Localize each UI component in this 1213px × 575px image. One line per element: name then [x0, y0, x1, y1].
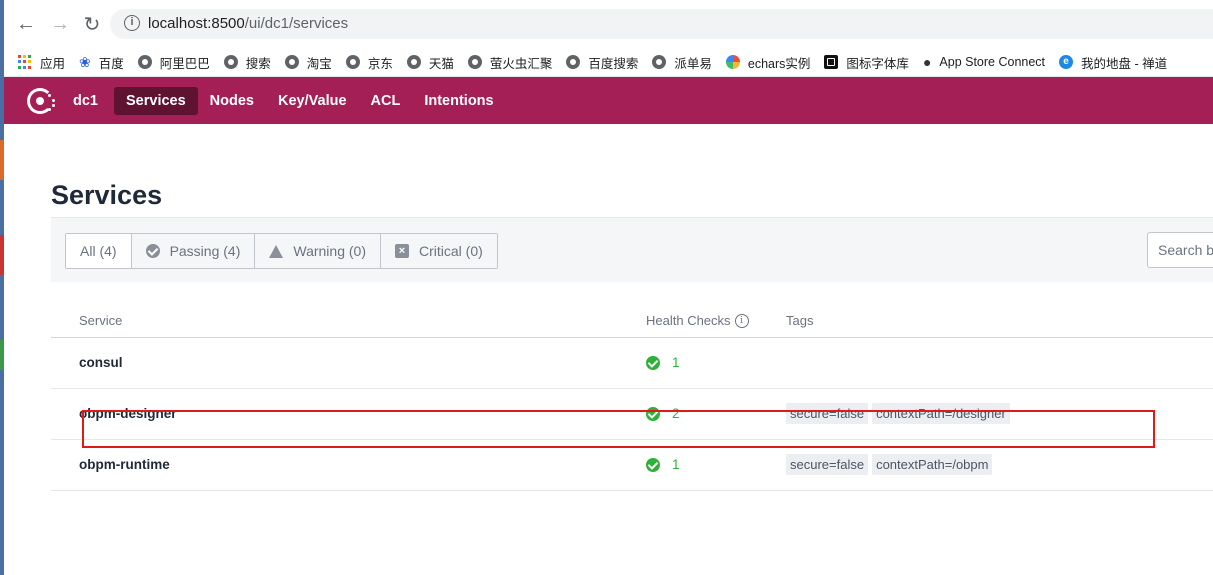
datacenter-selector[interactable]: dc1: [73, 87, 110, 115]
filter-label: Warning (0): [293, 243, 366, 259]
back-arrow-icon[interactable]: ←: [12, 10, 40, 38]
column-header-health: Health Checks i: [646, 313, 749, 328]
info-icon[interactable]: i: [734, 313, 749, 328]
bookmark-label: 阿里巴巴: [159, 56, 210, 71]
site-info-icon[interactable]: i: [124, 15, 140, 31]
check-count: 1: [672, 355, 680, 370]
nav-nodes[interactable]: Nodes: [198, 87, 266, 115]
bookmark-baidu-search[interactable]: 百度搜索: [566, 53, 638, 72]
bookmark-search[interactable]: 搜索: [223, 53, 271, 72]
bookmark-jd[interactable]: 京东: [345, 53, 393, 72]
browser-toolbar: ← → ↻ i localhost:8500/ui/dc1/services: [4, 0, 1213, 48]
bookmark-apps[interactable]: 应用: [4, 53, 65, 72]
nav-services[interactable]: Services: [114, 86, 198, 115]
filter-bar: All (4) Passing (4) Warning (0) × Critic…: [51, 217, 1213, 282]
critical-x-icon: ×: [395, 244, 409, 258]
nav-intentions[interactable]: Intentions: [412, 87, 505, 115]
consul-logo-icon[interactable]: [25, 86, 55, 116]
url-text[interactable]: localhost:8500/ui/dc1/services: [148, 15, 348, 32]
globe-icon: [652, 55, 667, 69]
globe-icon: [284, 55, 299, 69]
filter-label: All (4): [80, 243, 117, 259]
search-input[interactable]: Search by name: [1147, 232, 1213, 268]
filter-critical[interactable]: × Critical (0): [381, 234, 497, 268]
filter-label: Passing (4): [169, 243, 241, 259]
tag: secure=false: [786, 454, 869, 475]
bookmarks-bar: 应用 ❀ 百度 阿里巴巴 搜索 淘宝 京东 天猫 萤火虫汇聚 百度搜索 派单易 …: [4, 48, 1213, 77]
apps-grid-icon: [18, 55, 32, 69]
check-circle-icon: [646, 457, 660, 472]
bookmark-app-store-connect[interactable]: ● App Store Connect: [923, 54, 1045, 70]
column-header-service: Service: [79, 313, 123, 328]
highlight-annotation-box: [82, 410, 1155, 448]
service-tags: secure=false contextPath=/obpm: [786, 454, 996, 475]
bookmark-label: 我的地盘 - 禅道: [1081, 56, 1168, 71]
baidu-paw-icon: ❀: [79, 53, 91, 70]
column-header-tags: Tags: [786, 313, 814, 328]
bookmark-label: 京东: [367, 56, 393, 71]
globe-icon: [345, 55, 360, 69]
warning-triangle-icon: [269, 244, 284, 258]
bookmark-label: 图标字体库: [846, 56, 909, 71]
nav-key-value[interactable]: Key/Value: [266, 87, 359, 115]
apple-icon: ●: [922, 54, 932, 70]
reload-icon[interactable]: ↻: [78, 10, 106, 38]
globe-icon: [566, 55, 581, 69]
forward-arrow-icon[interactable]: →: [46, 10, 74, 38]
desktop-icon-fragment: [0, 340, 4, 370]
bookmark-label: 百度: [98, 56, 124, 71]
bookmark-label: echars实例: [747, 56, 811, 71]
bookmark-baidu[interactable]: ❀ 百度: [79, 53, 124, 72]
check-count: 1: [672, 457, 680, 472]
iconfont-icon: [824, 55, 839, 69]
globe-icon: [467, 55, 482, 69]
filter-warning[interactable]: Warning (0): [255, 234, 381, 268]
bookmark-label: 淘宝: [306, 56, 332, 71]
zentao-icon: e: [1059, 55, 1074, 69]
globe-icon: [137, 55, 152, 69]
bookmark-label: App Store Connect: [939, 55, 1046, 69]
table-row[interactable]: consul 1: [51, 338, 1213, 389]
bookmark-firefly[interactable]: 萤火虫汇聚: [467, 53, 553, 72]
bookmark-label: 搜索: [245, 56, 271, 71]
filter-label: Critical (0): [419, 243, 483, 259]
bookmark-label: 应用: [40, 56, 66, 71]
health-status: 1: [646, 355, 680, 370]
bookmark-label: 百度搜索: [588, 56, 639, 71]
echarts-icon: [725, 55, 740, 69]
check-circle-icon: [646, 355, 660, 370]
bookmark-echarts[interactable]: echars实例: [725, 53, 811, 72]
globe-icon: [223, 55, 238, 69]
globe-icon: [406, 55, 421, 69]
column-header-health-label: Health Checks: [646, 313, 731, 328]
services-table: Service Health Checks i Tags consul 1 ob…: [51, 300, 1213, 491]
filter-all[interactable]: All (4): [66, 234, 132, 268]
bookmark-paidanyi[interactable]: 派单易: [652, 53, 712, 72]
desktop-icon-fragment: [0, 140, 4, 180]
nav-acl[interactable]: ACL: [359, 87, 413, 115]
service-name[interactable]: consul: [79, 355, 123, 370]
url-path: /ui/dc1/services: [244, 15, 349, 32]
bookmark-label: 派单易: [674, 56, 712, 71]
health-status: 1: [646, 457, 680, 472]
bookmark-alibaba[interactable]: 阿里巴巴: [137, 53, 210, 72]
bookmark-zentao[interactable]: e 我的地盘 - 禅道: [1059, 53, 1167, 72]
check-circle-icon: [145, 244, 160, 258]
bookmark-taobao[interactable]: 淘宝: [284, 53, 332, 72]
tag: contextPath=/obpm: [872, 454, 993, 475]
service-name[interactable]: obpm-runtime: [79, 457, 170, 472]
url-host: localhost:8500: [148, 15, 245, 32]
address-bar[interactable]: i localhost:8500/ui/dc1/services: [110, 9, 1213, 39]
page-title: Services: [51, 180, 163, 210]
bookmark-label: 萤火虫汇聚: [489, 56, 553, 71]
table-header: Service Health Checks i Tags: [51, 300, 1213, 338]
health-filter-group: All (4) Passing (4) Warning (0) × Critic…: [65, 233, 498, 269]
filter-passing[interactable]: Passing (4): [131, 234, 256, 268]
desktop-icon-fragment: [0, 235, 4, 275]
bookmark-tmall[interactable]: 天猫: [406, 53, 454, 72]
bookmark-label: 天猫: [428, 56, 454, 71]
consul-top-nav: dc1 Services Nodes Key/Value ACL Intenti…: [4, 77, 1213, 124]
bookmark-iconfont[interactable]: 图标字体库: [824, 53, 909, 72]
